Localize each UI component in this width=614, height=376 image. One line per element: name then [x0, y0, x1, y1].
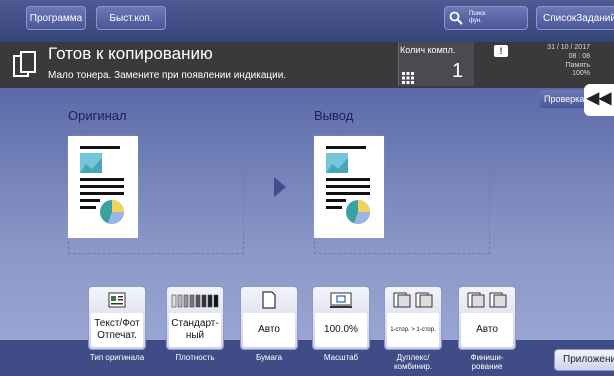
density-value: Стандарт-ный [169, 313, 221, 347]
memory-value: 100% [572, 70, 590, 77]
zoom-button[interactable]: 100.0% [312, 286, 370, 350]
sets-label: Колич компл. [400, 45, 456, 55]
document-preview-icon [326, 146, 370, 224]
paper-label: Бумага [255, 353, 283, 362]
zoom-icon [330, 292, 352, 308]
job-list-button[interactable]: СписокЗаданий [536, 6, 614, 30]
paper-icon [262, 291, 276, 309]
paper-value: Авто [243, 313, 295, 347]
program-button[interactable]: Программа [26, 6, 86, 30]
density-icon [171, 294, 219, 308]
original-page-preview [68, 136, 138, 238]
density-button[interactable]: Стандарт-ный [166, 286, 224, 350]
output-page-preview [314, 136, 384, 238]
original-type-label: Тип оригинала [89, 353, 145, 362]
zoom-label: Масштаб [323, 353, 359, 362]
status-title: Готов к копированию [48, 44, 213, 63]
finishing-value: Авто [461, 313, 513, 347]
output-label: Вывод [314, 108, 354, 123]
search-icon [449, 11, 463, 25]
quick-copy-button[interactable]: Быст.коп. [96, 6, 166, 30]
time-text: 08 : 08 [568, 53, 590, 60]
document-type-icon [108, 292, 126, 308]
finishing-icon [467, 292, 507, 308]
duplex-label: Дуплекс/ комбинир. [393, 353, 433, 371]
original-type-button[interactable]: Текст/Фот Отпечат. [88, 286, 146, 350]
duplex-value: 1-стор. > 1-стор. [387, 313, 439, 347]
date-text: 31 / 10 / 2017 [547, 44, 590, 51]
warning-icon[interactable]: ! [494, 45, 508, 57]
check-button[interactable]: Проверка [540, 90, 590, 108]
finishing-button[interactable]: Авто [458, 286, 516, 350]
keypad-icon [402, 72, 414, 84]
zoom-value: 100.0% [315, 313, 367, 347]
search-label: Поиск фун. [469, 11, 486, 24]
collapse-panel-button[interactable]: ◀◀ [584, 84, 614, 116]
function-search-button[interactable]: Поиск фун. [444, 6, 528, 30]
duplex-icon [393, 292, 433, 308]
copy-document-icon [13, 51, 36, 77]
duplex-button[interactable]: 1-стор. > 1-стор. [384, 286, 442, 350]
status-message: Мало тонера. Замените при появлении инди… [48, 70, 287, 81]
density-label: Плотность [175, 353, 215, 362]
memory-label: Память [565, 62, 590, 69]
application-button[interactable]: Приложение [554, 349, 614, 371]
arrow-right-icon [274, 177, 286, 197]
paper-button[interactable]: Авто [240, 286, 298, 350]
document-preview-icon [80, 146, 124, 224]
sets-value: 1 [452, 60, 464, 82]
finishing-label: Финиши-рование [470, 353, 504, 371]
original-type-value: Текст/Фот Отпечат. [91, 313, 143, 347]
original-label: Оригинал [68, 108, 127, 123]
